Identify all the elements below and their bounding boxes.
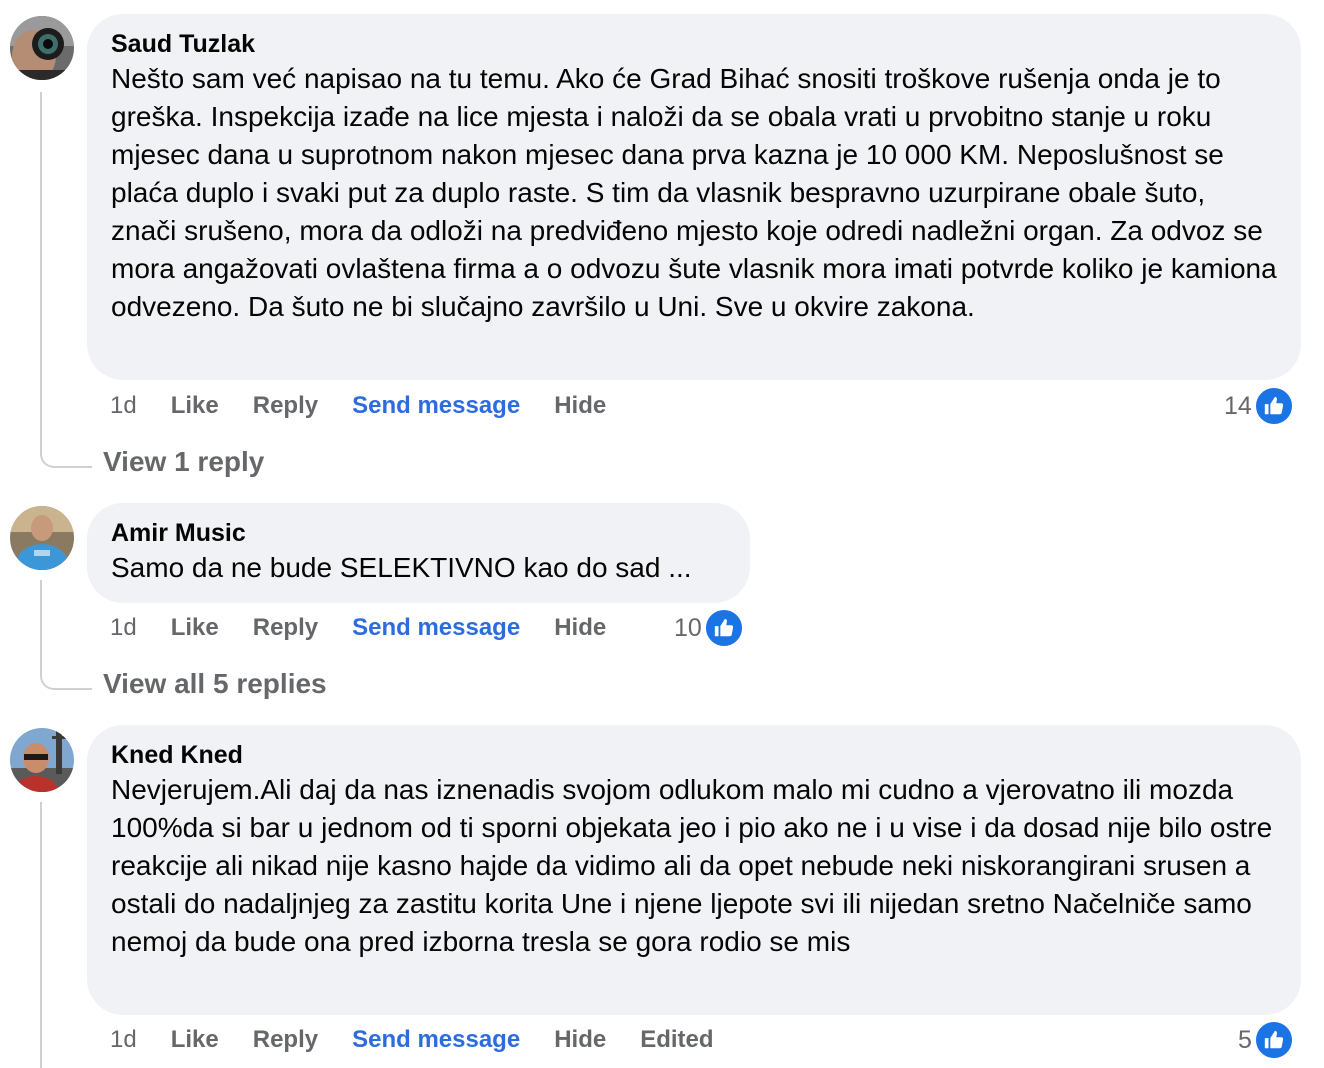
- comment-time[interactable]: 1d: [110, 392, 137, 420]
- comment-bubble: Amir Music Samo da ne bude SELEKTIVNO ka…: [87, 503, 750, 603]
- like-thumb-icon: [1253, 386, 1294, 426]
- avatar[interactable]: [10, 506, 74, 570]
- comment-author[interactable]: Kned Kned: [111, 739, 1277, 771]
- view-replies-link[interactable]: View all 5 replies: [103, 666, 327, 702]
- avatar-photo: [10, 506, 74, 570]
- thread-line: [40, 802, 42, 1068]
- comment-actions: 1d Like Reply Send message Hide Edited: [110, 1020, 748, 1060]
- hide-button[interactable]: Hide: [554, 1026, 606, 1054]
- comment-actions: 1d Like Reply Send message Hide: [110, 608, 640, 648]
- reply-button[interactable]: Reply: [253, 1026, 318, 1054]
- comment-time[interactable]: 1d: [110, 614, 137, 642]
- comment-text: Samo da ne bude SELEKTIVNO kao do sad ..…: [111, 552, 692, 583]
- comment-author[interactable]: Amir Music: [111, 517, 726, 549]
- like-button[interactable]: Like: [171, 1026, 219, 1054]
- view-replies-link[interactable]: View 1 reply: [103, 444, 264, 480]
- thread-line: [40, 92, 42, 452]
- reaction-count: 10: [674, 613, 702, 642]
- reaction-count: 5: [1238, 1025, 1252, 1054]
- reaction-count: 14: [1224, 391, 1252, 420]
- comment-bubble: Saud Tuzlak Nešto sam već napisao na tu …: [87, 14, 1301, 380]
- avatar-photo: [10, 16, 74, 80]
- comment-text: Nevjerujem.Ali daj da nas iznenadis svoj…: [111, 774, 1273, 957]
- like-button[interactable]: Like: [171, 614, 219, 642]
- reaction-summary[interactable]: 10: [674, 608, 744, 648]
- send-message-button[interactable]: Send message: [352, 392, 520, 420]
- send-message-button[interactable]: Send message: [352, 1026, 520, 1054]
- thread-line-corner: [40, 450, 92, 468]
- edited-label[interactable]: Edited: [640, 1026, 713, 1054]
- comment-bubble: Kned Kned Nevjerujem.Ali daj da nas izne…: [87, 725, 1301, 1015]
- like-button[interactable]: Like: [171, 392, 219, 420]
- hide-button[interactable]: Hide: [554, 392, 606, 420]
- comment-actions: 1d Like Reply Send message Hide: [110, 386, 640, 426]
- reaction-summary[interactable]: 14: [1224, 386, 1294, 426]
- hide-button[interactable]: Hide: [554, 614, 606, 642]
- reply-button[interactable]: Reply: [253, 392, 318, 420]
- comment-time[interactable]: 1d: [110, 1026, 137, 1054]
- send-message-button[interactable]: Send message: [352, 614, 520, 642]
- comment-author[interactable]: Saud Tuzlak: [111, 28, 1277, 60]
- reaction-summary[interactable]: 5: [1238, 1020, 1294, 1060]
- avatar[interactable]: [10, 16, 74, 80]
- avatar[interactable]: [10, 728, 74, 792]
- like-thumb-icon: [1253, 1020, 1294, 1060]
- thread-line: [40, 580, 42, 674]
- avatar-photo: [10, 728, 74, 792]
- reply-button[interactable]: Reply: [253, 614, 318, 642]
- thread-line-corner: [40, 672, 92, 690]
- like-thumb-icon: [703, 608, 744, 648]
- comment-text: Nešto sam već napisao na tu temu. Ako će…: [111, 63, 1277, 322]
